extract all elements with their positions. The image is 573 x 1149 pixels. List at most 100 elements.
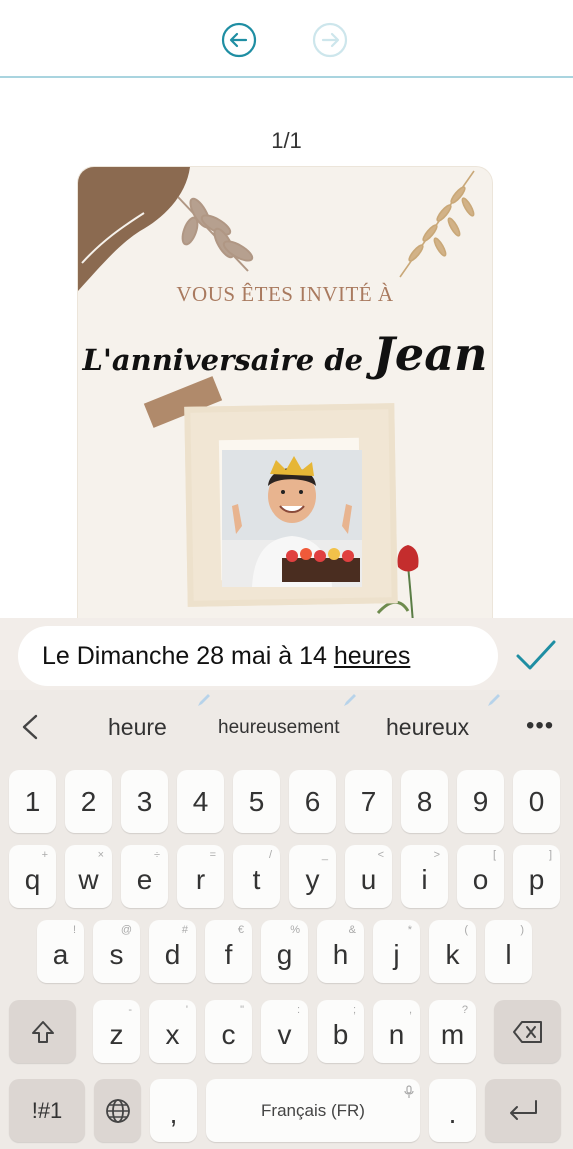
- redo-button[interactable]: [312, 22, 348, 58]
- symbols-key[interactable]: !#1: [9, 1079, 85, 1142]
- key-i[interactable]: > i: [401, 845, 448, 908]
- key-hint: ;: [352, 1004, 356, 1016]
- key-label: l: [505, 938, 512, 970]
- key-m[interactable]: ? m: [429, 1000, 476, 1063]
- key-d[interactable]: # d: [149, 920, 196, 983]
- key-label: 1: [24, 785, 41, 817]
- space-key[interactable]: Français (FR): [206, 1079, 420, 1142]
- key-g[interactable]: % g: [261, 920, 308, 983]
- handwriting-pen-icon: [198, 694, 210, 706]
- key-label: c: [221, 1018, 236, 1050]
- key-label: g: [276, 938, 293, 970]
- key-label: .: [448, 1097, 457, 1129]
- key-2[interactable]: 2: [65, 770, 112, 833]
- key-1[interactable]: 1: [9, 770, 56, 833]
- key-hint: <: [377, 849, 384, 861]
- invite-line: VOUS ÊTES INVITÉ À: [176, 282, 394, 306]
- key-label: w: [78, 863, 99, 895]
- key-label: j: [393, 938, 400, 970]
- key-4[interactable]: 4: [177, 770, 224, 833]
- key-v[interactable]: :v: [261, 1000, 308, 1063]
- key-t[interactable]: / t: [233, 845, 280, 908]
- key-label: 8: [416, 785, 433, 817]
- confirm-button[interactable]: [514, 638, 558, 674]
- key-label: q: [24, 863, 41, 895]
- key-e[interactable]: ÷ e: [121, 845, 168, 908]
- key-label: 2: [80, 785, 97, 817]
- key-f[interactable]: € f: [205, 920, 252, 983]
- suggestion-2[interactable]: heureusement: [218, 717, 339, 739]
- key-q[interactable]: + q: [9, 845, 56, 908]
- invitation-card[interactable]: VOUS ÊTES INVITÉ À L'anniversaire de Jea…: [78, 167, 492, 637]
- space-key-label: Français (FR): [261, 1100, 365, 1120]
- key-y[interactable]: _ y: [289, 845, 336, 908]
- key-label: i: [421, 863, 428, 895]
- undo-arrow-icon: [221, 22, 257, 58]
- key-0[interactable]: 0: [513, 770, 560, 833]
- card-title-prefix: L'anniversaire de: [82, 343, 364, 377]
- key-h[interactable]: & h: [317, 920, 364, 983]
- key-label: y: [305, 863, 320, 895]
- key-hint: /: [268, 849, 272, 861]
- key-5[interactable]: 5: [233, 770, 280, 833]
- key-b[interactable]: ; b: [317, 1000, 364, 1063]
- key-z[interactable]: -z: [93, 1000, 140, 1063]
- key-j[interactable]: * j: [373, 920, 420, 983]
- key-l[interactable]: ) l: [485, 920, 532, 983]
- key-9[interactable]: 9: [457, 770, 504, 833]
- key-hint: ]: [548, 849, 552, 861]
- key-a[interactable]: ! a: [37, 920, 84, 983]
- key-hint: =: [209, 849, 216, 861]
- checkmark-icon: [516, 640, 556, 670]
- delete-key[interactable]: [494, 1000, 561, 1063]
- top-toolbar: [0, 0, 573, 78]
- key-label: t: [252, 863, 261, 895]
- key-hint: ": [240, 1004, 244, 1016]
- microphone-icon: [404, 1085, 414, 1098]
- input-composing-word: heures: [333, 641, 411, 670]
- key-r[interactable]: = r: [177, 845, 224, 908]
- key-label: v: [277, 1018, 292, 1050]
- input-text: Le Dimanche 28 mai à 14: [42, 641, 327, 670]
- key-k[interactable]: (k: [429, 920, 476, 983]
- suggestion-3[interactable]: heureux: [386, 714, 469, 741]
- suggestion-1[interactable]: heure: [108, 714, 167, 741]
- event-date-input[interactable]: Le Dimanche 28 mai à 14 heures: [18, 626, 498, 686]
- key-hint: ': [185, 1004, 188, 1016]
- enter-key[interactable]: [485, 1079, 561, 1142]
- key-p[interactable]: ] p: [513, 845, 560, 908]
- key-label: p: [528, 863, 545, 895]
- key-c[interactable]: " c: [205, 1000, 252, 1063]
- key-label: 0: [528, 785, 545, 817]
- key-label: 9: [472, 785, 489, 817]
- key-label: ,: [169, 1097, 178, 1129]
- key-label: a: [52, 938, 69, 970]
- key-hint: ?: [461, 1004, 468, 1016]
- key-s[interactable]: @ s: [93, 920, 140, 983]
- key-x[interactable]: ' x: [149, 1000, 196, 1063]
- virtual-keyboard: heure heureusement heureux ••• 1 2 3 4 5…: [0, 690, 573, 1149]
- period-key[interactable]: .: [429, 1079, 476, 1142]
- key-8[interactable]: 8: [401, 770, 448, 833]
- chevron-left-icon[interactable]: [18, 712, 42, 742]
- key-3[interactable]: 3: [121, 770, 168, 833]
- language-key[interactable]: [94, 1079, 141, 1142]
- key-o[interactable]: [o: [457, 845, 504, 908]
- shift-key[interactable]: [9, 1000, 76, 1063]
- handwriting-pen-icon: [344, 694, 356, 706]
- key-label: 7: [360, 785, 377, 817]
- comma-key[interactable]: ,: [150, 1079, 197, 1142]
- key-label: b: [332, 1018, 349, 1050]
- key-u[interactable]: < u: [345, 845, 392, 908]
- key-hint: >: [433, 849, 440, 861]
- key-w[interactable]: × w: [65, 845, 112, 908]
- card-title-name: Jean: [373, 327, 488, 381]
- key-hint: :: [296, 1004, 300, 1016]
- key-label: h: [332, 938, 349, 970]
- key-n[interactable]: ,n: [373, 1000, 420, 1063]
- more-dots-icon[interactable]: •••: [526, 712, 554, 740]
- key-7[interactable]: 7: [345, 770, 392, 833]
- card-title: L'anniversaire de Jean: [78, 327, 492, 381]
- undo-button[interactable]: [221, 22, 257, 58]
- key-6[interactable]: 6: [289, 770, 336, 833]
